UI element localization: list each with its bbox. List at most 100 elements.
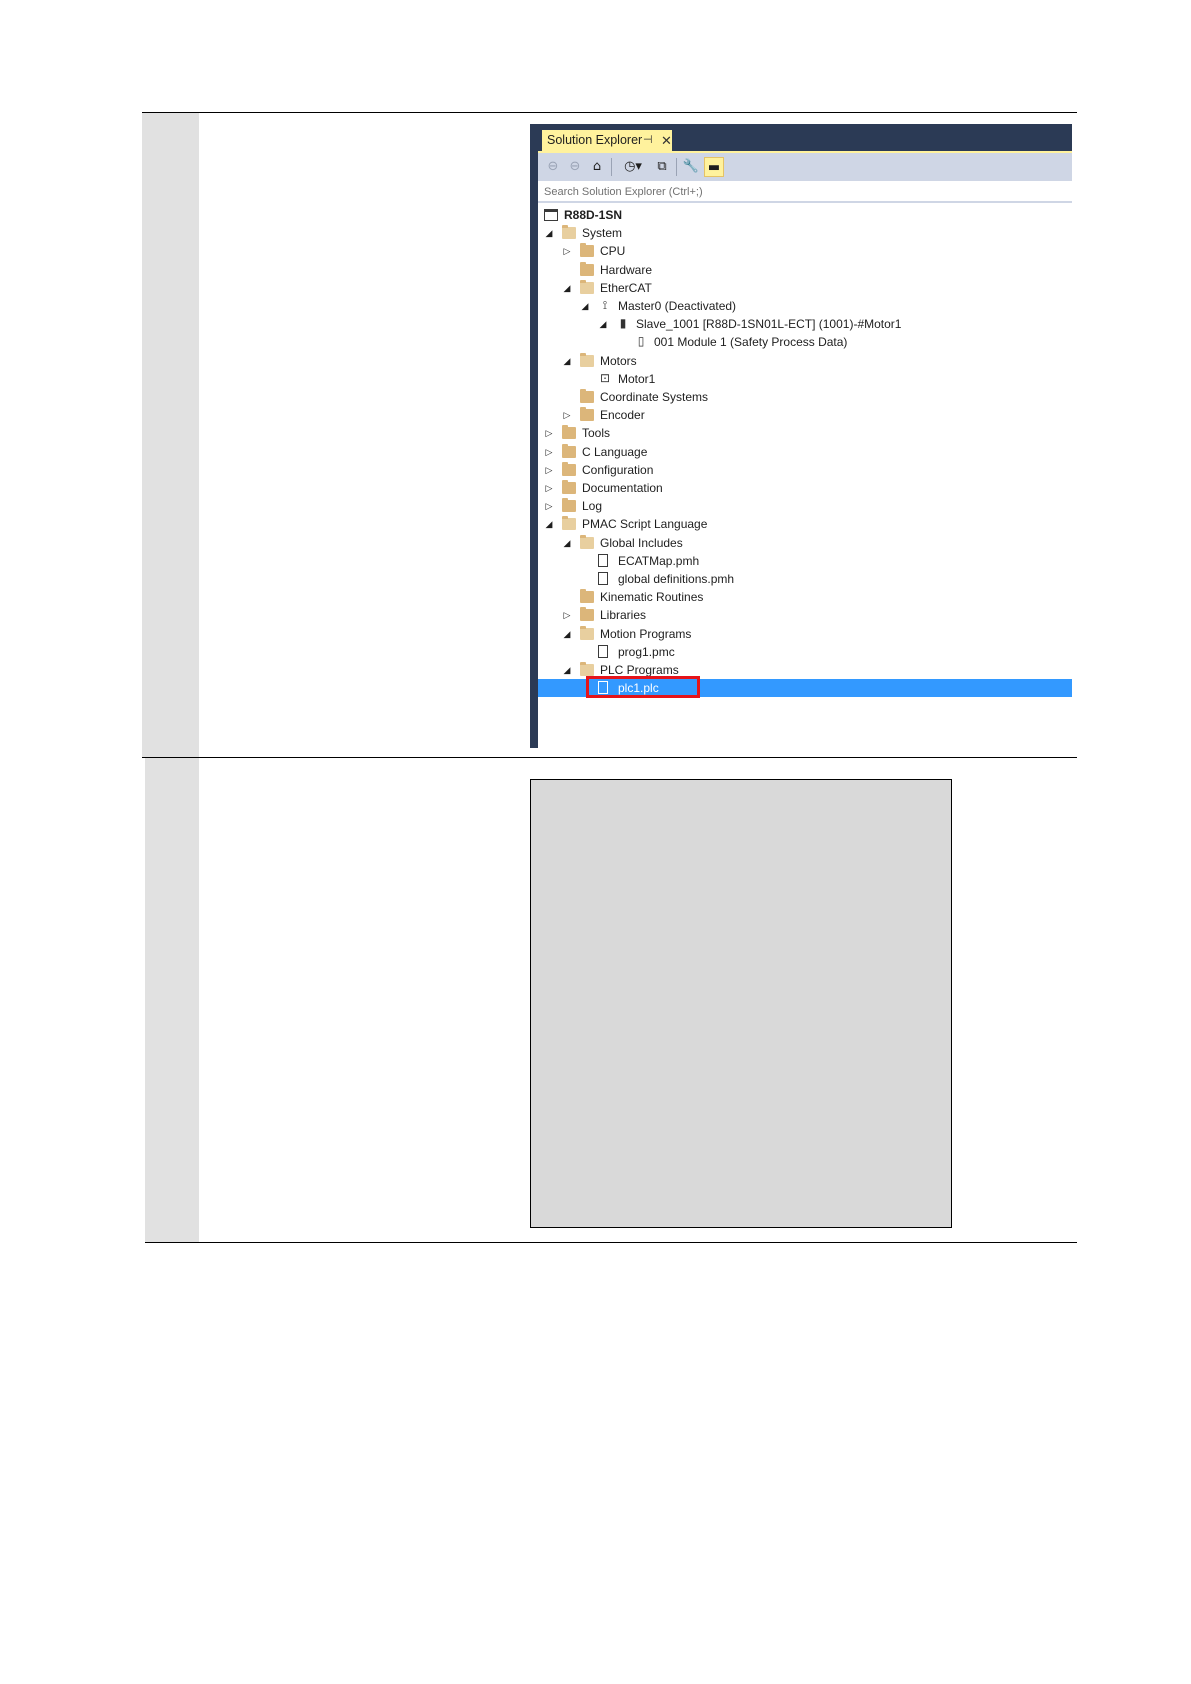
tree-node[interactable]: Coordinate Systems (538, 388, 1072, 406)
folder-open-icon (562, 516, 576, 531)
tree-node-label: Tools (582, 426, 611, 441)
tree-node[interactable]: Hardware (538, 261, 1072, 279)
tree-node[interactable]: ◢ ▮ Slave_1001 [R88D-1SN01L-ECT] (1001)-#M… (538, 315, 1072, 333)
tree-node[interactable]: ▷ Libraries (538, 606, 1072, 624)
tree-node[interactable]: global definitions.pmh (538, 570, 1072, 588)
tree-node[interactable]: ▷ C Language (538, 443, 1072, 461)
tree-node-label: R88D-1SN (564, 208, 623, 222)
tree-node-label: Documentation (582, 481, 663, 495)
folder-icon (580, 243, 594, 258)
tree-node-label: PMAC Script Language (582, 517, 708, 532)
expand-arrow-icon[interactable]: ▷ (562, 242, 572, 260)
folder-open-icon (562, 225, 576, 240)
folder-icon (562, 443, 576, 458)
tree-node[interactable]: ▷ Documentation (538, 479, 1072, 497)
tree-node[interactable]: ECATMap.pmh (538, 552, 1072, 570)
step-column-1 (142, 113, 199, 757)
close-icon[interactable]: ✕ (661, 130, 672, 151)
tree-node[interactable]: ⊡ Motor1 (538, 370, 1072, 388)
tree-node-label: EtherCAT (600, 280, 652, 295)
forward-icon[interactable]: ⊖ (566, 157, 584, 177)
tree-node-label: Global Includes (600, 535, 683, 550)
search-input[interactable]: Search Solution Explorer (Ctrl+;) (538, 181, 1072, 203)
tree-node[interactable]: ▷ Configuration (538, 461, 1072, 479)
tree-node-label: Kinematic Routines (600, 590, 704, 605)
expand-arrow-icon[interactable]: ▷ (544, 443, 554, 461)
tab-solution-explorer[interactable]: Solution Explorer ⊣ ✕ (542, 130, 672, 151)
toolbar: ⊖ ⊖ ⌂ ◷▾ ⧉ 🔧 ▬ (538, 151, 1072, 181)
collapse-all-icon[interactable]: ⧉ (653, 157, 671, 177)
expand-arrow-icon[interactable]: ▷ (544, 424, 554, 442)
tree-node[interactable]: ◢ Motion Programs (538, 625, 1072, 643)
tree-node[interactable]: ▷ Tools (538, 424, 1072, 442)
tree-node-label: Motors (600, 353, 637, 368)
tree-node[interactable]: ◢ PMAC Script Language (538, 515, 1072, 533)
preview-toggle-icon[interactable]: ▬ (704, 157, 724, 177)
toolbar-separator (676, 158, 677, 176)
tree-node[interactable]: ▷ CPU (538, 242, 1072, 260)
expand-arrow-icon[interactable]: ▷ (562, 606, 572, 624)
solution-explorer-panel: Solution Explorer ⊣ ✕ ⊖ ⊖ ⌂ ◷▾ ⧉ 🔧 ▬ Sea… (530, 124, 1072, 748)
tree-node[interactable]: ◢ Global Includes (538, 534, 1072, 552)
toolbar-separator (611, 158, 612, 176)
highlight-box (586, 676, 700, 698)
tree-node[interactable]: ▷ Encoder (538, 406, 1072, 424)
tree-node-label: Slave_1001 [R88D-1SN01L-ECT] (1001)-#Mot… (636, 317, 902, 332)
tree-node-label: Motor1 (618, 371, 656, 386)
expand-arrow-icon[interactable]: ▷ (544, 497, 554, 515)
collapse-arrow-icon[interactable]: ◢ (562, 352, 572, 370)
folder-open-icon (580, 279, 594, 294)
table-rule-bottom (145, 1242, 1077, 1243)
pin-icon[interactable]: ⊣ (643, 130, 653, 151)
file-icon (598, 572, 608, 585)
tree-node-label: System (582, 226, 623, 241)
dock-left-edge (530, 151, 538, 748)
expand-arrow-icon[interactable]: ▷ (562, 406, 572, 424)
home-icon[interactable]: ⌂ (588, 157, 606, 177)
ethercat-master-icon: ⟟ (602, 298, 608, 312)
folder-icon (580, 389, 594, 403)
tree-node[interactable]: ▷ Log (538, 497, 1072, 515)
tree-node[interactable]: Kinematic Routines (538, 588, 1072, 606)
tree-node[interactable]: ◢ ⟟ Master0 (Deactivated) (538, 297, 1072, 315)
folder-icon (580, 407, 594, 422)
tree-node-label: Configuration (582, 462, 654, 477)
collapse-arrow-icon[interactable]: ◢ (562, 279, 572, 297)
collapse-arrow-icon[interactable]: ◢ (562, 661, 572, 679)
collapse-arrow-icon[interactable]: ◢ (580, 297, 590, 315)
collapse-arrow-icon[interactable]: ◢ (562, 625, 572, 643)
tree-node-label: Encoder (600, 408, 645, 423)
tab-title: Solution Explorer (547, 133, 643, 147)
collapse-arrow-icon[interactable]: ◢ (544, 515, 554, 533)
tree-node[interactable]: ◢ EtherCAT (538, 279, 1072, 297)
tree-node[interactable]: ◢ Motors (538, 352, 1072, 370)
folder-icon (580, 589, 594, 604)
collapse-arrow-icon[interactable]: ◢ (598, 315, 608, 333)
project-icon (544, 209, 558, 221)
tree-node[interactable]: ▯ 001 Module 1 (Safety Process Data) (538, 333, 1072, 351)
tree-node-label: Master0 (Deactivated) (618, 299, 737, 313)
folder-icon (562, 498, 576, 513)
back-icon[interactable]: ⊖ (544, 157, 562, 177)
tree-node[interactable]: ◢ System (538, 224, 1072, 242)
expand-arrow-icon[interactable]: ▷ (544, 461, 554, 479)
folder-icon (562, 480, 576, 494)
tree-node-label: Libraries (600, 608, 647, 623)
collapse-arrow-icon[interactable]: ◢ (544, 224, 554, 242)
collapse-arrow-icon[interactable]: ◢ (562, 534, 572, 552)
tree-node[interactable]: R88D-1SN (538, 206, 1072, 224)
tree-node-label: CPU (600, 244, 626, 259)
tree-node-label: Log (582, 499, 603, 514)
history-icon[interactable]: ◷▾ (618, 157, 648, 177)
file-icon (598, 553, 608, 567)
step-column-2 (145, 758, 199, 1242)
tree-node-label: 001 Module 1 (Safety Process Data) (654, 335, 848, 350)
folder-icon (580, 261, 594, 276)
tree-node-label: C Language (582, 444, 648, 459)
properties-wrench-icon[interactable]: 🔧 (682, 157, 700, 177)
tree-node[interactable]: prog1.pmc (538, 643, 1072, 661)
folder-open-icon (580, 534, 594, 549)
tree-node-label: global definitions.pmh (618, 572, 735, 586)
table-rule-top (142, 112, 1077, 113)
expand-arrow-icon[interactable]: ▷ (544, 479, 554, 497)
